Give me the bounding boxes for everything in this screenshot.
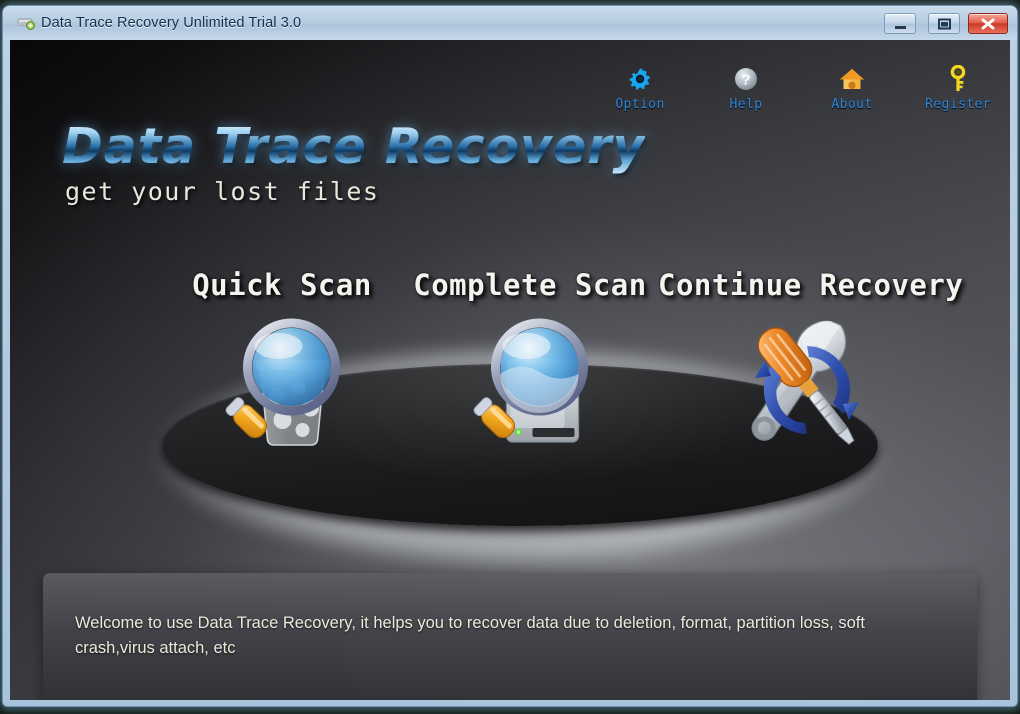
complete-scan-button[interactable]: Complete Scan (410, 268, 650, 470)
toolbar-item-option[interactable]: Option (602, 64, 678, 112)
app-tagline: get your lost files (65, 177, 380, 206)
toolbar-item-register[interactable]: Register (920, 64, 996, 112)
toolbar-item-help[interactable]: ? Help (708, 64, 784, 112)
screwdriver-wrench-refresh-icon (658, 310, 958, 470)
quick-scan-label: Quick Scan (192, 268, 372, 302)
close-button[interactable] (968, 13, 1008, 34)
welcome-message: Welcome to use Data Trace Recovery, it h… (75, 614, 865, 657)
key-icon (920, 64, 996, 94)
toolbar-label-option: Option (615, 97, 665, 112)
gear-icon (602, 64, 678, 94)
svg-text:?: ? (741, 72, 750, 89)
toolbar-label-register: Register (925, 97, 991, 112)
minimize-button[interactable] (884, 13, 916, 34)
quick-scan-button[interactable]: Quick Scan (162, 268, 402, 470)
continue-recovery-button[interactable]: Continue Recovery (658, 268, 964, 470)
toolbar-label-about: About (831, 97, 873, 112)
app-canvas: Option ? Help About Register Data Trace … (10, 40, 1010, 700)
magnifier-hard-drive-icon (410, 310, 650, 470)
question-mark-icon: ? (708, 64, 784, 94)
complete-scan-label: Complete Scan (413, 268, 647, 302)
toolbar-label-help: Help (729, 97, 763, 112)
continue-recovery-label: Continue Recovery (658, 268, 964, 302)
window-title: Data Trace Recovery Unlimited Trial 3.0 (41, 15, 302, 31)
drive-add-icon (17, 15, 35, 31)
top-toolbar: Option ? Help About Register (602, 64, 996, 112)
application-window: Data Trace Recovery Unlimited Trial 3.0 (3, 6, 1017, 706)
maximize-button[interactable] (928, 13, 960, 34)
app-logo-title: Data Trace Recovery (62, 118, 646, 175)
branding-block: Data Trace Recovery get your lost files (62, 118, 645, 206)
magnifier-recycle-bin-icon (162, 310, 402, 470)
home-icon (814, 64, 890, 94)
welcome-panel: Welcome to use Data Trace Recovery, it h… (43, 573, 977, 700)
toolbar-item-about[interactable]: About (814, 64, 890, 112)
title-bar[interactable]: Data Trace Recovery Unlimited Trial 3.0 (3, 6, 1017, 40)
